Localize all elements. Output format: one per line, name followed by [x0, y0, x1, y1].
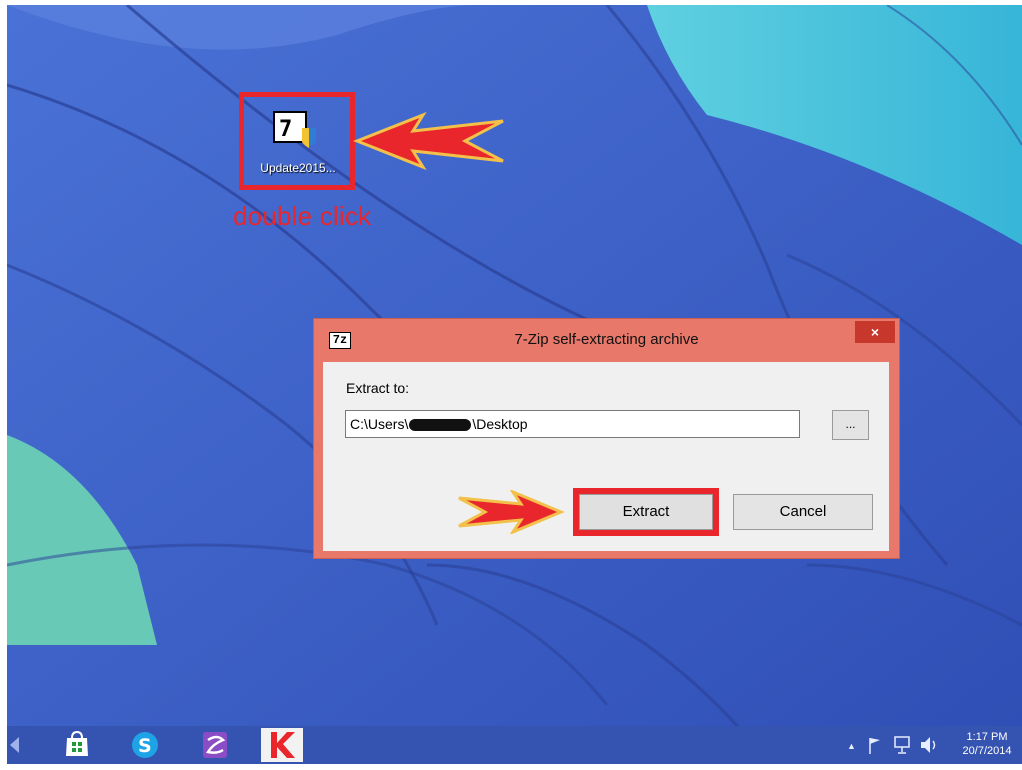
onenote-app-icon[interactable] [195, 726, 235, 764]
path-prefix: C:\Users\ [350, 416, 409, 432]
annotation-arrow-left-icon [353, 111, 504, 171]
svg-text:S: S [138, 735, 152, 757]
cancel-button[interactable]: Cancel [733, 494, 873, 530]
desktop-icon-label: Update2015... [260, 161, 336, 175]
action-center-flag-icon[interactable] [865, 726, 885, 764]
double-click-annotation: double click [233, 201, 372, 231]
browse-button[interactable]: ... [832, 410, 869, 440]
volume-icon[interactable] [917, 726, 941, 764]
tray-chevron-icon[interactable]: ▲ [847, 741, 856, 751]
network-icon[interactable] [891, 726, 915, 764]
redacted-username [409, 419, 472, 432]
extract-button-highlight: Extract [573, 488, 719, 536]
store-icon[interactable] [57, 726, 97, 764]
dialog-body: Extract to: C:\Users\ \Desktop ... Extrac… [323, 362, 889, 551]
annotation-arrow-right-icon [458, 490, 565, 534]
clock-time: 1:17 PM [966, 731, 1008, 743]
7zip-archive-icon: 7 [273, 111, 316, 148]
extract-button[interactable]: Extract [579, 494, 713, 530]
sfx-dialog: 7z 7-Zip self-extracting archive × Extra… [313, 318, 900, 559]
taskbar: S ▲ 1:17 PM 20/7/2014 [7, 726, 1022, 764]
svg-text:7: 7 [279, 117, 292, 142]
close-button[interactable]: × [855, 321, 895, 343]
desktop: 7 Update2015... double click 7z 7-Zip se… [7, 5, 1022, 764]
clock-date: 20/7/2014 [962, 745, 1012, 757]
desktop-icon-update2015[interactable]: 7 Update2015... [239, 92, 355, 190]
path-suffix: \Desktop [472, 416, 528, 432]
taskbar-clock[interactable]: 1:17 PM 20/7/2014 [957, 730, 1017, 758]
kaspersky-icon[interactable] [257, 726, 307, 764]
dialog-titlebar[interactable]: 7z 7-Zip self-extracting archive × [314, 319, 899, 361]
dialog-title: 7-Zip self-extracting archive [514, 331, 699, 348]
extract-to-label: Extract to: [346, 380, 410, 396]
taskbar-scroll-left-icon[interactable] [10, 737, 19, 753]
skype-icon[interactable]: S [125, 726, 165, 764]
extract-path-input[interactable]: C:\Users\ \Desktop [345, 410, 800, 438]
